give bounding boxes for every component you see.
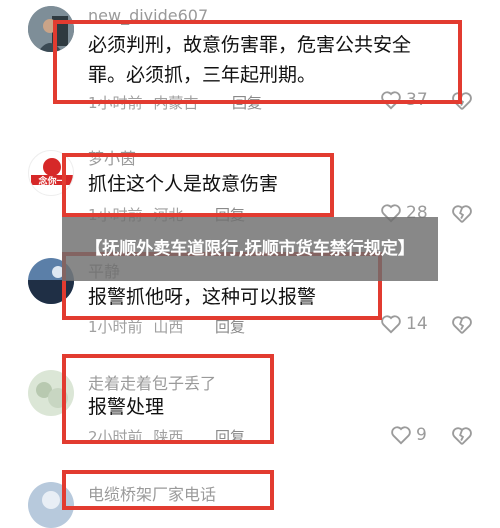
like-count: 37 bbox=[406, 90, 428, 110]
avatar-text: 念你一 bbox=[38, 177, 66, 187]
avatar[interactable] bbox=[28, 150, 74, 196]
banner-text: 【抚顺外卖车道限行,抚顺市货车禁行规定】 bbox=[85, 239, 415, 259]
comment-text-line: 罪。必须抓，三年起刑期。 bbox=[88, 64, 317, 86]
comment-text-line: 抓住这个人是故意伤害 bbox=[88, 173, 279, 195]
comment-location: 陕西 bbox=[153, 428, 184, 446]
like-count: 9 bbox=[416, 425, 427, 445]
comment-location: 山西 bbox=[153, 318, 184, 336]
comment-username[interactable]: 电缆桥架厂家电话 bbox=[88, 481, 216, 505]
reply-button[interactable]: 回复 bbox=[215, 316, 245, 337]
avatar-image bbox=[28, 6, 74, 52]
avatar[interactable] bbox=[28, 6, 74, 52]
heart-outline-icon bbox=[381, 91, 401, 110]
reply-button[interactable]: 回复 bbox=[215, 426, 245, 447]
like-count: 14 bbox=[406, 314, 428, 334]
comment-text-line: 报警抓他呀，这种可以报警 bbox=[88, 286, 317, 308]
broken-heart-icon[interactable] bbox=[451, 425, 473, 447]
like-button[interactable]: 37 bbox=[380, 90, 428, 110]
comment-text-line: 必须判刑，故意伤害罪，危害公共安全 bbox=[88, 34, 412, 56]
reply-button[interactable]: 回复 bbox=[232, 92, 262, 113]
broken-heart-icon[interactable] bbox=[451, 90, 473, 112]
comment-text-line: 报警处理 bbox=[88, 396, 165, 418]
avatar-image bbox=[28, 482, 74, 528]
comment-time: 1小时前 bbox=[88, 94, 143, 112]
broken-heart-icon[interactable] bbox=[451, 203, 473, 225]
like-button[interactable]: 9 bbox=[390, 425, 427, 445]
avatar[interactable] bbox=[28, 482, 74, 528]
comment-meta: 1小时前 山西 bbox=[88, 316, 183, 337]
heart-outline-icon bbox=[381, 315, 401, 334]
broken-heart-icon[interactable] bbox=[451, 314, 473, 336]
comment-username[interactable]: 梦小茵 bbox=[88, 145, 136, 169]
avatar-image bbox=[28, 370, 74, 416]
comment-meta: 1小时前 内蒙古 bbox=[88, 92, 198, 113]
comment-meta: 2小时前 陕西 bbox=[88, 426, 183, 447]
title-banner: 【抚顺外卖车道限行,抚顺市货车禁行规定】 bbox=[62, 217, 438, 281]
comment-username[interactable]: new_divide607 bbox=[88, 6, 208, 25]
like-button[interactable]: 14 bbox=[380, 314, 428, 334]
comment-time: 1小时前 bbox=[88, 318, 143, 336]
comment-time: 2小时前 bbox=[88, 428, 143, 446]
heart-outline-icon bbox=[391, 426, 411, 445]
avatar[interactable] bbox=[28, 370, 74, 416]
comment-location: 内蒙古 bbox=[153, 94, 199, 112]
